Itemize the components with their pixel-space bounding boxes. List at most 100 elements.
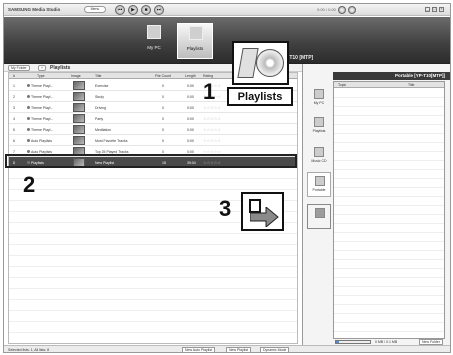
device-empty-row [334,197,444,206]
tab-my-pc[interactable]: My PC [136,23,172,59]
empty-row [9,179,297,190]
device-empty-row [334,152,444,161]
transfer-zoom-callout [241,192,284,231]
device-empty-row [334,242,444,251]
table-row[interactable]: 5 Theme Playl... Meditation 0 0:00 ☆☆☆☆☆ [9,124,297,135]
device-empty-row [334,134,444,143]
computer-icon [314,89,324,99]
empty-row [9,234,297,245]
prev-button[interactable]: ⏮ [115,5,125,15]
row-length: 0:00 [187,139,194,143]
next-button[interactable]: ⏭ [154,5,164,15]
row-title: Meditation [95,128,112,132]
next-icon: ⏭ [156,7,162,13]
empty-row [9,256,297,267]
menu-button[interactable]: Menu [84,6,106,13]
storage-bar [335,340,371,344]
side-item-playlists[interactable]: Playlists [307,114,331,139]
back-button[interactable]: My Folder [8,65,30,71]
table-row[interactable]: 6 Auto Playlists Most Favorite Tracks 0 0:00… [9,135,297,146]
playlist-icon [189,26,203,40]
column-header[interactable]: Topic [338,83,346,87]
play-icon: ▶ [131,7,135,13]
row-type: Theme Playl... [27,95,53,99]
close-icon[interactable]: × [439,7,444,12]
rating-stars-icon[interactable]: ☆☆☆☆☆ [203,105,221,110]
stop-icon: ■ [144,7,148,13]
playlist-thumbnail [73,125,85,134]
empty-row [9,311,297,322]
row-title: Exercise [95,84,109,88]
row-type: Theme Playl... [27,128,53,132]
device-empty-row [334,296,444,305]
maximize-icon[interactable]: □ [432,7,437,12]
new-auto-playlist-button[interactable]: New Auto Playlist [182,347,216,352]
cd-icon [256,49,284,77]
device-empty-row [334,305,444,314]
rating-stars-icon[interactable]: ☆☆☆☆☆ [203,116,221,121]
device-file-table: Topic Title [333,81,445,339]
volume-down-button[interactable] [338,6,346,14]
device-empty-row [334,161,444,170]
portable-icon [315,176,325,186]
row-type: Theme Playl... [27,106,53,110]
empty-row [9,300,297,311]
table-row[interactable]: 4 Theme Playl... Party 0 0:00 ☆☆☆☆☆ [9,113,297,124]
device-empty-row [334,215,444,224]
empty-row [9,278,297,289]
storage-text: 0 MB / 0.1 MB [375,340,398,344]
dynamic-mode-button[interactable]: Dynamic Mode [260,347,290,352]
side-item-music-cd[interactable]: Music CD [307,144,331,169]
row-number: 6 [13,139,15,143]
empty-row [9,322,297,333]
column-header[interactable]: Type [37,74,45,78]
tab-label: Playlists [186,46,204,51]
row-type: Theme Playl... [27,117,53,121]
transfer-button[interactable] [307,204,331,229]
side-item-portable[interactable]: Portable [307,172,331,197]
column-header[interactable]: Rating [203,74,213,78]
stop-button[interactable]: ■ [141,5,151,15]
column-header[interactable]: Length [185,74,196,78]
rating-stars-icon[interactable]: ☆☆☆☆☆ [203,138,221,143]
column-header[interactable]: # [13,74,15,78]
volume-up-button[interactable] [348,6,356,14]
empty-row [9,267,297,278]
device-empty-row [334,260,444,269]
side-nav: My PC Playlists Music CD Portable [307,80,331,330]
play-button[interactable]: ▶ [128,5,138,15]
minimize-icon[interactable]: _ [425,7,430,12]
device-empty-row [334,323,444,332]
column-header[interactable]: Title [408,83,414,87]
device-empty-row [334,98,444,107]
empty-row [9,245,297,256]
side-item-my-pc[interactable]: My PC [307,86,331,111]
device-empty-row [334,233,444,242]
rating-stars-icon[interactable]: ☆☆☆☆☆ [203,127,221,132]
portable-panel: Portable [YP-T10[MTP]] My PC Playlists M… [302,64,450,347]
device-empty-row [334,251,444,260]
row-file-count: 0 [162,106,164,110]
column-header[interactable]: File Count [155,74,171,78]
playlist-thumbnail [73,92,85,101]
device-empty-row [334,314,444,323]
add-button[interactable]: + [38,65,47,71]
new-playlist-button[interactable]: New Playlist [226,347,252,352]
column-header[interactable]: Title [95,74,101,78]
row-file-count: 0 [162,117,164,121]
row-number: 4 [13,117,15,121]
callout-number-3: 3 [219,196,232,221]
portable-title: Portable [YP-T10[MTP]] [394,73,445,78]
arrow-right-icon [250,207,279,227]
playlist-thumbnail [73,136,85,145]
playlists-zoom-callout [232,41,289,85]
column-header[interactable]: Image [71,74,81,78]
prev-icon: ⏮ [117,7,123,13]
app-title: SAMSUNG Media Studio [8,7,61,12]
portable-header: Portable [YP-T10[MTP]] [333,72,450,80]
device-empty-row [334,179,444,188]
device-empty-row [334,89,444,98]
tab-playlists[interactable]: Playlists [177,23,213,59]
row-length: 0:00 [187,128,194,132]
device-empty-row [334,188,444,197]
